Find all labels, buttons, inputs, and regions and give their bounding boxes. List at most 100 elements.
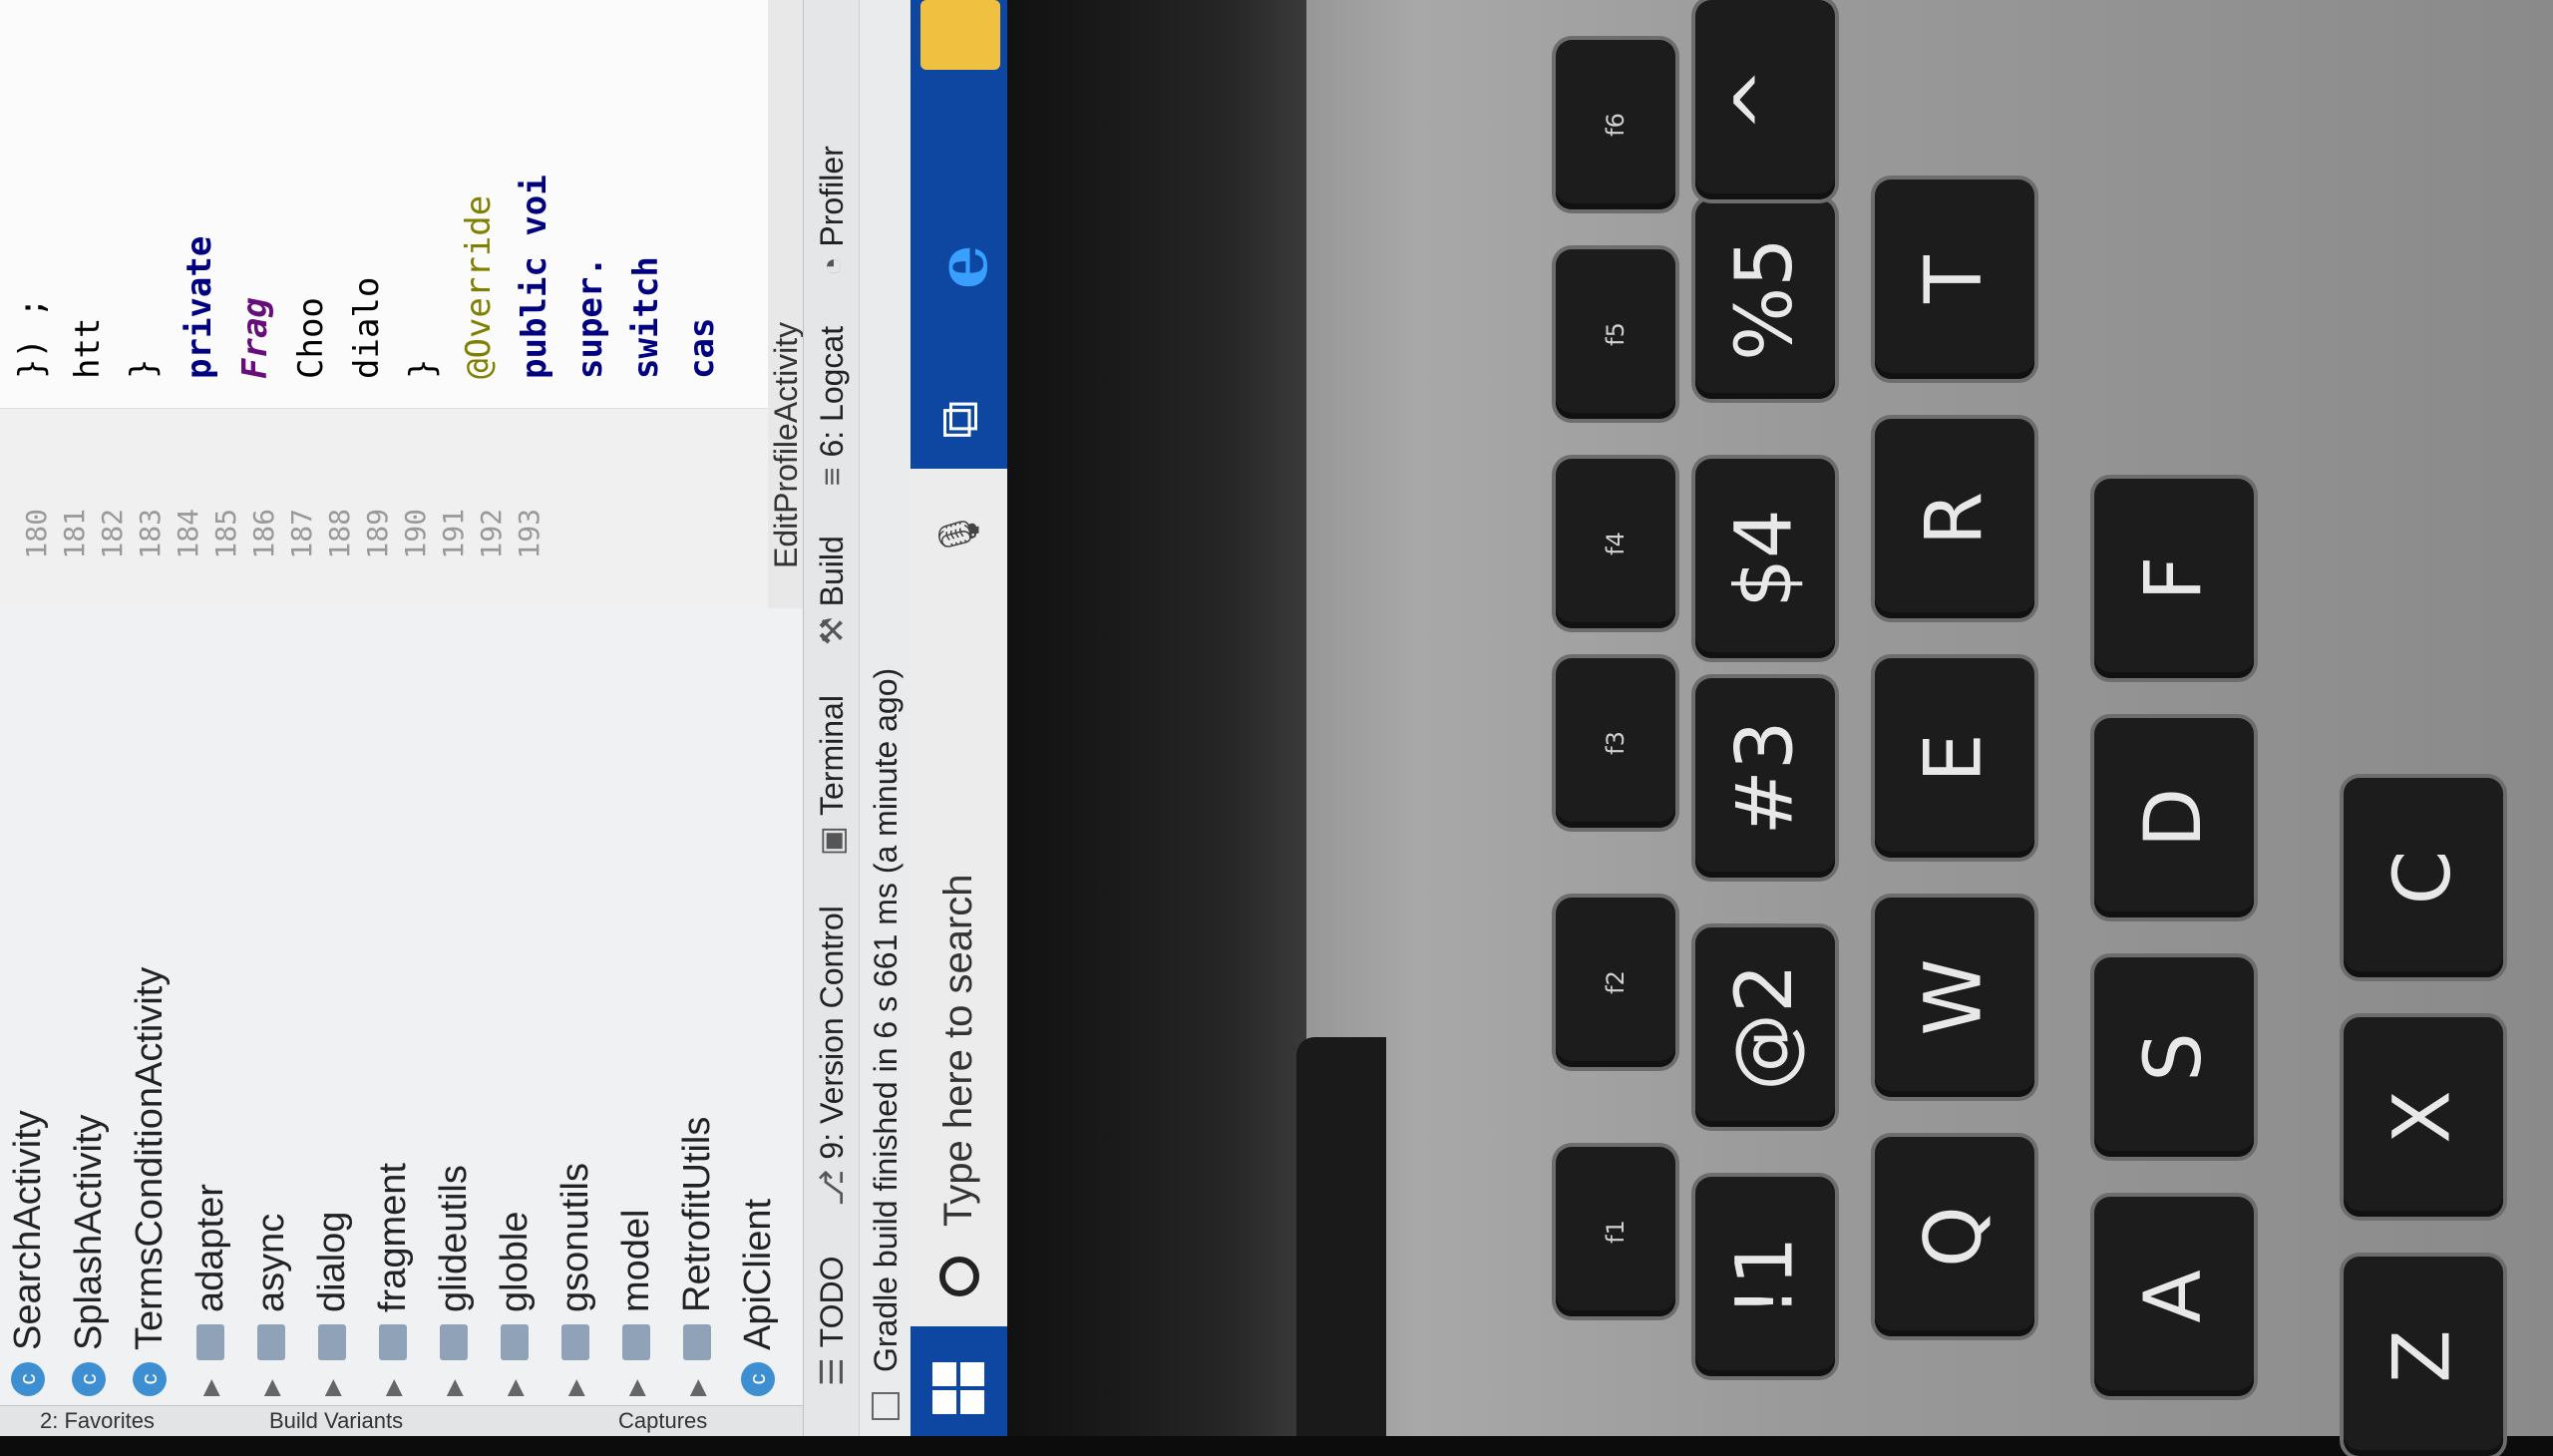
project-panel: 2: Favorites Build Variants Captures c Se… xyxy=(0,608,803,1436)
package-folder-icon xyxy=(622,1324,650,1360)
file-explorer-icon[interactable] xyxy=(920,0,1000,70)
class-icon: c xyxy=(72,1362,106,1396)
number-key-2[interactable]: #3 xyxy=(1695,678,1835,878)
letter-key-s[interactable]: S xyxy=(2094,957,2254,1157)
logcat-tab[interactable]: ≡ 6: Logcat xyxy=(814,326,851,486)
letter-key-e[interactable]: E xyxy=(1875,658,2034,858)
tree-package-item[interactable]: ▶ model xyxy=(608,1210,664,1397)
tree-package-item[interactable]: ▶ async xyxy=(243,1214,299,1396)
letter-key-f-label: F xyxy=(2129,555,2219,601)
code-line: } xyxy=(403,358,443,379)
letter-key-z[interactable]: Z xyxy=(2344,1257,2503,1456)
letter-key-t[interactable]: T xyxy=(1875,180,2034,379)
code-line: private xyxy=(180,235,219,379)
favorites-tab[interactable]: 2: Favorites xyxy=(40,1408,155,1434)
status-toggle-icon[interactable] xyxy=(872,1392,900,1420)
build-tab[interactable]: ⚒ Build xyxy=(813,536,851,645)
number-key-4-label: %5 xyxy=(1720,237,1810,361)
tree-item-label: TermsConditionActivity xyxy=(128,966,171,1350)
line-number: 180 xyxy=(20,509,53,559)
code-editor[interactable]: 180 181 182 183 184 185 186 187 188 189 190 191 192 1… xyxy=(0,0,803,608)
profiler-tab[interactable]: ◔ Profiler xyxy=(814,146,851,276)
tree-package-item[interactable]: ▶ fragment xyxy=(365,1163,421,1396)
tree-package-item[interactable]: ▶ dialog xyxy=(304,1212,360,1396)
function-key-f6[interactable]: f6 xyxy=(1556,40,1675,209)
letter-key-r-label: R xyxy=(1909,491,2000,546)
tree-item-label: fragment xyxy=(371,1163,414,1312)
letter-key-e-label: E xyxy=(1909,733,2000,783)
tree-package-item[interactable]: ▶ globle xyxy=(487,1212,543,1396)
tree-class-item[interactable]: c SplashActivity xyxy=(61,1114,117,1396)
letter-key-a[interactable]: A xyxy=(2094,1197,2254,1396)
line-number: 191 xyxy=(437,509,470,559)
tree-item-label: RetrofitUtils xyxy=(675,1116,718,1312)
logcat-icon: ≡ xyxy=(813,467,850,487)
letter-key-w[interactable]: W xyxy=(1875,898,2034,1097)
expand-arrow-icon[interactable]: ▶ xyxy=(623,1372,649,1396)
letter-key-r[interactable]: R xyxy=(1875,419,2034,618)
tree-class-item[interactable]: c TermsConditionActivity xyxy=(122,967,178,1396)
expand-arrow-icon[interactable]: ▶ xyxy=(197,1372,223,1396)
microphone-icon[interactable]: 🎙 xyxy=(935,509,982,559)
task-view-icon[interactable]: ⧉ xyxy=(928,400,991,439)
number-key-1[interactable]: @2 xyxy=(1695,927,1835,1127)
editor-file-tab[interactable]: EditProfileActivity xyxy=(768,0,808,608)
todo-tab[interactable]: ☰ TODO xyxy=(813,1256,851,1386)
number-key-0[interactable]: !1 xyxy=(1695,1177,1835,1376)
package-folder-icon xyxy=(196,1324,224,1360)
line-number: 185 xyxy=(209,509,242,559)
tree-item-label: async xyxy=(249,1213,292,1312)
terminal-tab[interactable]: ▣ Terminal xyxy=(813,695,851,856)
tree-item-label: gsonutils xyxy=(553,1163,596,1312)
tree-class-item[interactable]: c SearchActivity xyxy=(0,1110,56,1396)
class-icon: c xyxy=(741,1362,775,1396)
tree-package-item[interactable]: ▶ gsonutils xyxy=(547,1163,603,1396)
expand-arrow-icon[interactable]: ▶ xyxy=(319,1372,345,1396)
taskbar-search-box[interactable]: Type here to search 🎙 xyxy=(911,469,1007,1326)
line-number: 184 xyxy=(172,509,204,559)
code-line: } xyxy=(124,358,164,379)
package-folder-icon xyxy=(561,1324,589,1360)
tree-package-item[interactable]: ▶ adapter xyxy=(182,1184,238,1396)
tree-package-item[interactable]: ▶ RetrofitUtils xyxy=(669,1117,725,1396)
number-key-3[interactable]: $4 xyxy=(1695,459,1835,658)
tree-class-item[interactable]: c ApiClient xyxy=(730,1199,786,1396)
function-key-f3[interactable]: f3 xyxy=(1556,658,1675,828)
branch-icon: ⎇ xyxy=(814,1169,850,1207)
letter-key-q[interactable]: Q xyxy=(1875,1137,2034,1336)
tree-item-label: adapter xyxy=(188,1184,231,1312)
number-key-2-label: #3 xyxy=(1719,720,1810,836)
letter-key-f[interactable]: F xyxy=(2094,479,2254,678)
version-control-tab[interactable]: ⎇ 9: Version Control xyxy=(813,906,851,1206)
tree-package-item[interactable]: ▶ glideutils xyxy=(426,1165,482,1396)
letter-key-t-label: T xyxy=(1910,255,2000,303)
code-line: dialo xyxy=(347,276,387,379)
function-key-f3-label: f3 xyxy=(1602,731,1630,755)
letter-key-x[interactable]: X xyxy=(2344,1017,2503,1217)
laptop-hinge-foot xyxy=(1296,1037,1386,1436)
expand-arrow-icon[interactable]: ▶ xyxy=(258,1372,284,1396)
line-number: 182 xyxy=(96,509,129,559)
expand-arrow-icon[interactable]: ▶ xyxy=(502,1372,528,1396)
code-line: public voi xyxy=(515,175,554,379)
package-folder-icon xyxy=(318,1324,346,1360)
build-variants-tab[interactable]: Build Variants xyxy=(269,1408,403,1434)
tree-item-label: globle xyxy=(493,1211,536,1312)
number-key-5[interactable]: ^ xyxy=(1695,0,1835,199)
function-key-f4-label: f4 xyxy=(1602,532,1630,555)
expand-arrow-icon[interactable]: ▶ xyxy=(562,1372,588,1396)
edge-browser-icon[interactable]: e xyxy=(920,244,1003,289)
number-key-4[interactable]: %5 xyxy=(1695,199,1835,399)
function-key-f1[interactable]: f1 xyxy=(1556,1147,1675,1316)
letter-key-c[interactable]: C xyxy=(2344,778,2503,977)
windows-start-icon[interactable] xyxy=(930,1360,986,1416)
function-key-f5[interactable]: f5 xyxy=(1556,249,1675,419)
expand-arrow-icon[interactable]: ▶ xyxy=(380,1372,406,1396)
letter-key-d[interactable]: D xyxy=(2094,718,2254,917)
function-key-f4[interactable]: f4 xyxy=(1556,459,1675,628)
code-line: Choo xyxy=(291,297,331,379)
captures-tab[interactable]: Captures xyxy=(618,1408,707,1434)
function-key-f2[interactable]: f2 xyxy=(1556,898,1675,1067)
expand-arrow-icon[interactable]: ▶ xyxy=(684,1372,710,1396)
expand-arrow-icon[interactable]: ▶ xyxy=(441,1372,467,1396)
